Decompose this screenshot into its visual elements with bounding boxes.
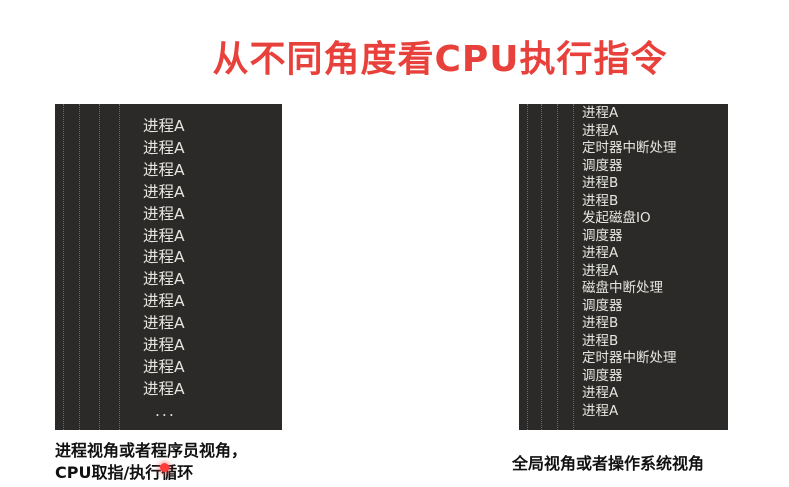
system-view-caption: 全局视角或者操作系统视角 [512,454,705,473]
process-view-code-panel: 进程A 进程A 进程A 进程A 进程A 进程A 进程A 进程A 进程A 进程A … [55,104,282,430]
code-line: 进程A [143,379,185,398]
code-line: 进程A [143,204,185,223]
indent-guide [63,104,64,430]
code-line: 发起磁盘IO [582,210,651,226]
slide-title: 从不同角度看CPU执行指令 [212,39,668,80]
ellipsis: ... [155,401,176,420]
code-line: 进程A [582,385,619,401]
indent-guide [573,104,574,430]
code-line: 调度器 [582,367,623,384]
code-line: 进程A [582,262,619,279]
code-line: 进程A [582,402,619,419]
code-line: 进程B [582,315,619,331]
code-line: 进程A [143,270,185,289]
code-line: 调度器 [582,157,623,174]
code-line: 进程A [143,357,185,376]
indent-guide [99,104,100,430]
code-line: 进程A [143,117,185,135]
system-view-code-panel: 进程A 进程A 定时器中断处理 调度器 进程B 进程B 发起磁盘IO 调度器 进… [519,104,728,430]
indent-guide [79,104,80,430]
code-line: 进程A [582,245,619,261]
code-line: 进程B [582,192,619,209]
code-line: 进程A [143,182,185,201]
code-line: 进程A [143,138,185,157]
code-line: 定时器中断处理 [582,350,677,366]
system-view-lines: 进程A 进程A 定时器中断处理 调度器 进程B 进程B 发起磁盘IO 调度器 进… [582,105,677,420]
process-view-caption: 进程视角或者程序员视角， CPU取指/执行循环 [55,440,247,484]
indent-guide [541,104,542,430]
code-line: 调度器 [582,227,623,244]
code-line: 进程A [143,336,185,355]
code-line: 进程A [582,122,619,139]
code-line: 进程A [143,292,185,311]
code-line: 进程A [143,226,185,245]
code-line: 进程A [143,314,185,333]
caption-line: CPU取指/执行循环 [55,463,194,482]
code-line: 进程B [582,332,619,349]
code-line: 调度器 [582,297,623,314]
caption-line: 进程视角或者程序员视角， [55,441,248,460]
indent-guide [527,104,528,430]
code-line: 进程A [143,248,185,267]
code-line: 进程A [143,160,185,179]
indent-guide [557,104,558,430]
code-line: 进程B [582,175,619,191]
laser-pointer-icon [160,463,169,472]
process-view-lines: 进程A 进程A 进程A 进程A 进程A 进程A 进程A 进程A 进程A 进程A … [143,116,185,423]
code-line: 定时器中断处理 [582,140,677,156]
code-line: 磁盘中断处理 [582,280,663,296]
code-line: 进程A [582,105,619,121]
indent-guide [119,104,120,430]
